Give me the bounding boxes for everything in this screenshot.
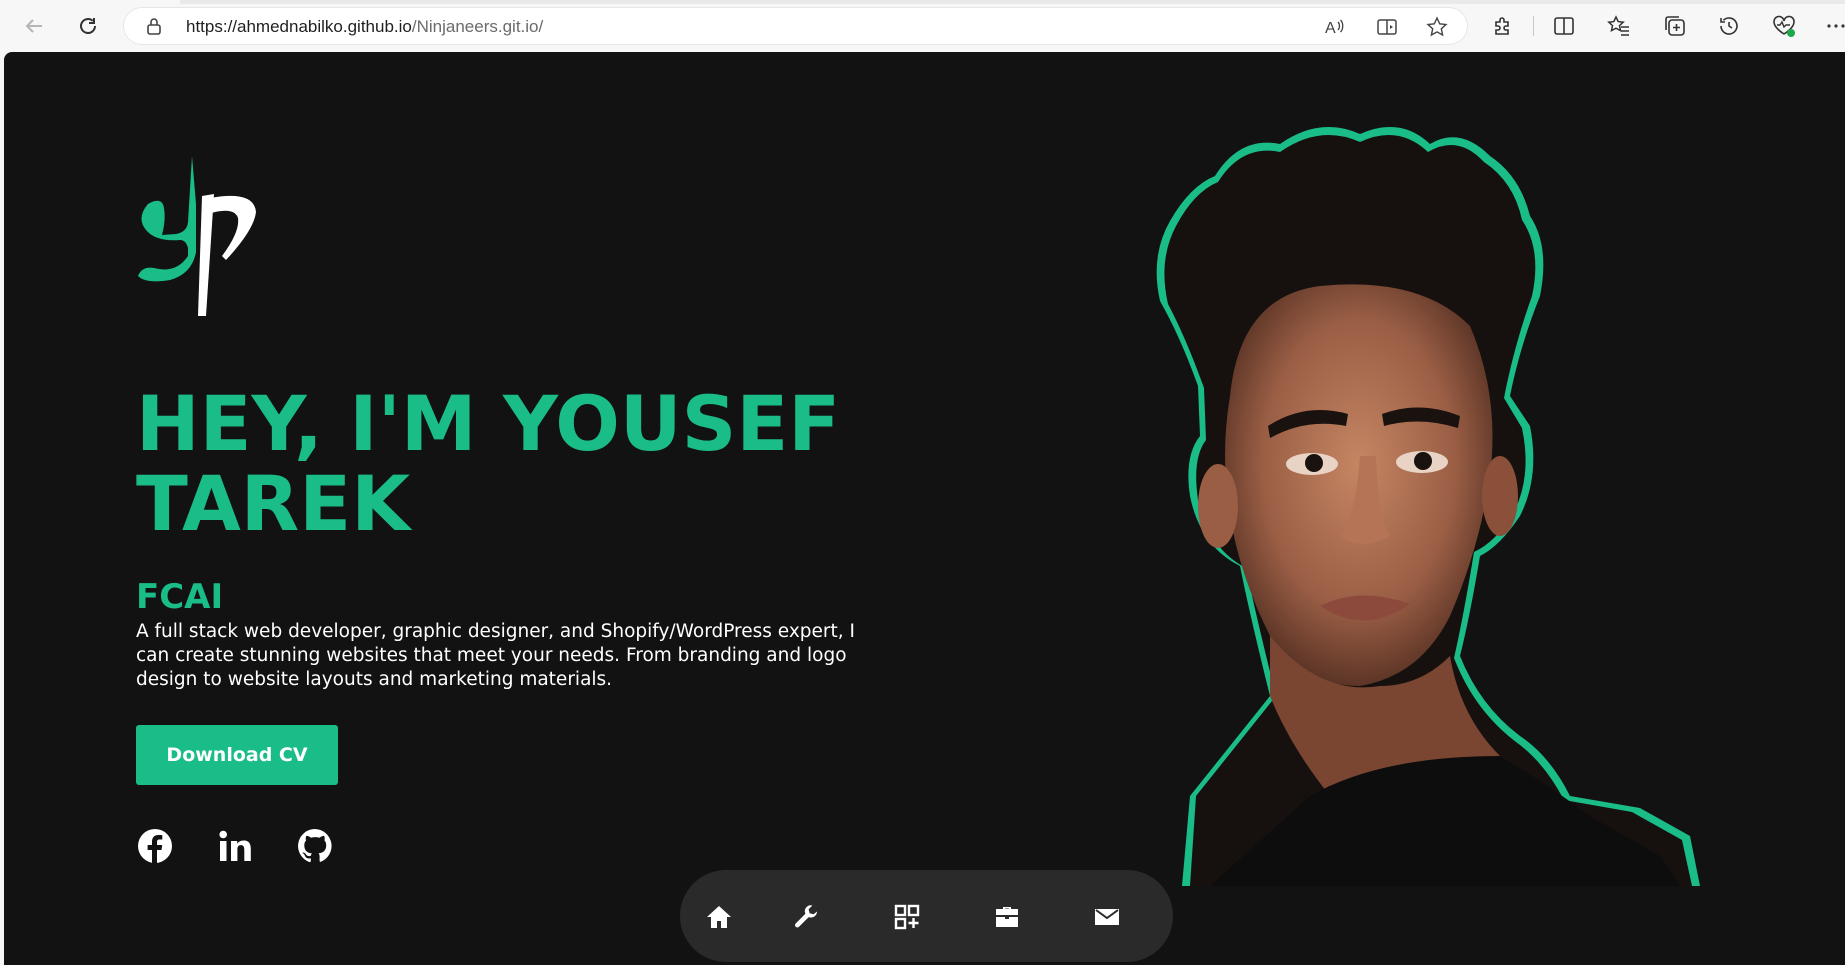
back-icon bbox=[25, 19, 42, 33]
hero-description: A full stack web developer, graphic desi… bbox=[136, 621, 855, 690]
github-icon bbox=[298, 829, 332, 863]
favorites-button[interactable] bbox=[1606, 13, 1632, 39]
url-text[interactable]: https://ahmednabilko.github.io/Ninjaneer… bbox=[186, 17, 543, 37]
split-screen-icon bbox=[1554, 17, 1574, 35]
nav-experience[interactable] bbox=[990, 900, 1024, 934]
address-bar[interactable]: https://ahmednabilko.github.io/Ninjaneer… bbox=[124, 8, 1467, 44]
tab-strip-edge bbox=[0, 0, 1845, 4]
facebook-icon bbox=[138, 829, 172, 864]
nav-home[interactable] bbox=[702, 900, 736, 934]
split-screen-button[interactable] bbox=[1551, 13, 1577, 39]
portfolio-grid-icon bbox=[894, 904, 920, 930]
svg-text:A: A bbox=[1325, 20, 1336, 37]
immersive-reader-icon[interactable] bbox=[1376, 16, 1398, 38]
refresh-button[interactable] bbox=[73, 11, 103, 41]
download-cv-button[interactable]: Download CV bbox=[136, 725, 338, 785]
favorites-icon bbox=[1607, 15, 1629, 36]
back-button[interactable] bbox=[19, 11, 49, 41]
history-button[interactable] bbox=[1716, 13, 1742, 39]
nav-contact[interactable] bbox=[1090, 900, 1124, 934]
extensions-icon bbox=[1495, 17, 1509, 35]
briefcase-icon bbox=[996, 907, 1018, 927]
history-icon bbox=[1720, 17, 1738, 35]
linkedin-link[interactable] bbox=[216, 827, 254, 865]
more-button[interactable] bbox=[1823, 13, 1845, 39]
hero-title: HEY, I'M YOUSEF TAREK bbox=[136, 384, 856, 544]
toolbar-separator bbox=[1533, 16, 1534, 36]
extensions-button[interactable] bbox=[1490, 13, 1516, 39]
browser-essentials-button[interactable] bbox=[1771, 13, 1797, 39]
hero-title-line1: HEY, I'M YOUSEF bbox=[136, 379, 841, 468]
browser-toolbar: https://ahmednabilko.github.io/Ninjaneer… bbox=[0, 0, 1845, 52]
lock-icon[interactable] bbox=[146, 17, 162, 40]
hero-title-line2: TAREK bbox=[136, 459, 411, 548]
github-link[interactable] bbox=[296, 827, 334, 865]
home-icon bbox=[707, 906, 731, 928]
mail-icon bbox=[1095, 909, 1119, 925]
hero-subtitle: FCAI bbox=[136, 577, 224, 617]
profile-portrait bbox=[1156, 126, 1700, 886]
refresh-icon bbox=[80, 18, 96, 34]
wrench-icon bbox=[795, 905, 818, 928]
collections-icon bbox=[1665, 16, 1685, 36]
more-icon bbox=[1827, 24, 1845, 28]
read-aloud-icon[interactable]: A bbox=[1323, 16, 1345, 38]
browser-essentials-icon bbox=[1773, 15, 1795, 37]
collections-button[interactable] bbox=[1662, 13, 1688, 39]
facebook-link[interactable] bbox=[136, 827, 174, 865]
favorite-star-icon[interactable] bbox=[1426, 16, 1448, 38]
bottom-navigation bbox=[680, 870, 1173, 962]
nav-portfolio[interactable] bbox=[890, 900, 924, 934]
portfolio-page: HEY, I'M YOUSEF TAREK FCAI A full stack … bbox=[4, 52, 1845, 965]
site-logo[interactable] bbox=[136, 156, 264, 316]
linkedin-icon bbox=[219, 830, 251, 861]
nav-skills[interactable] bbox=[790, 900, 824, 934]
